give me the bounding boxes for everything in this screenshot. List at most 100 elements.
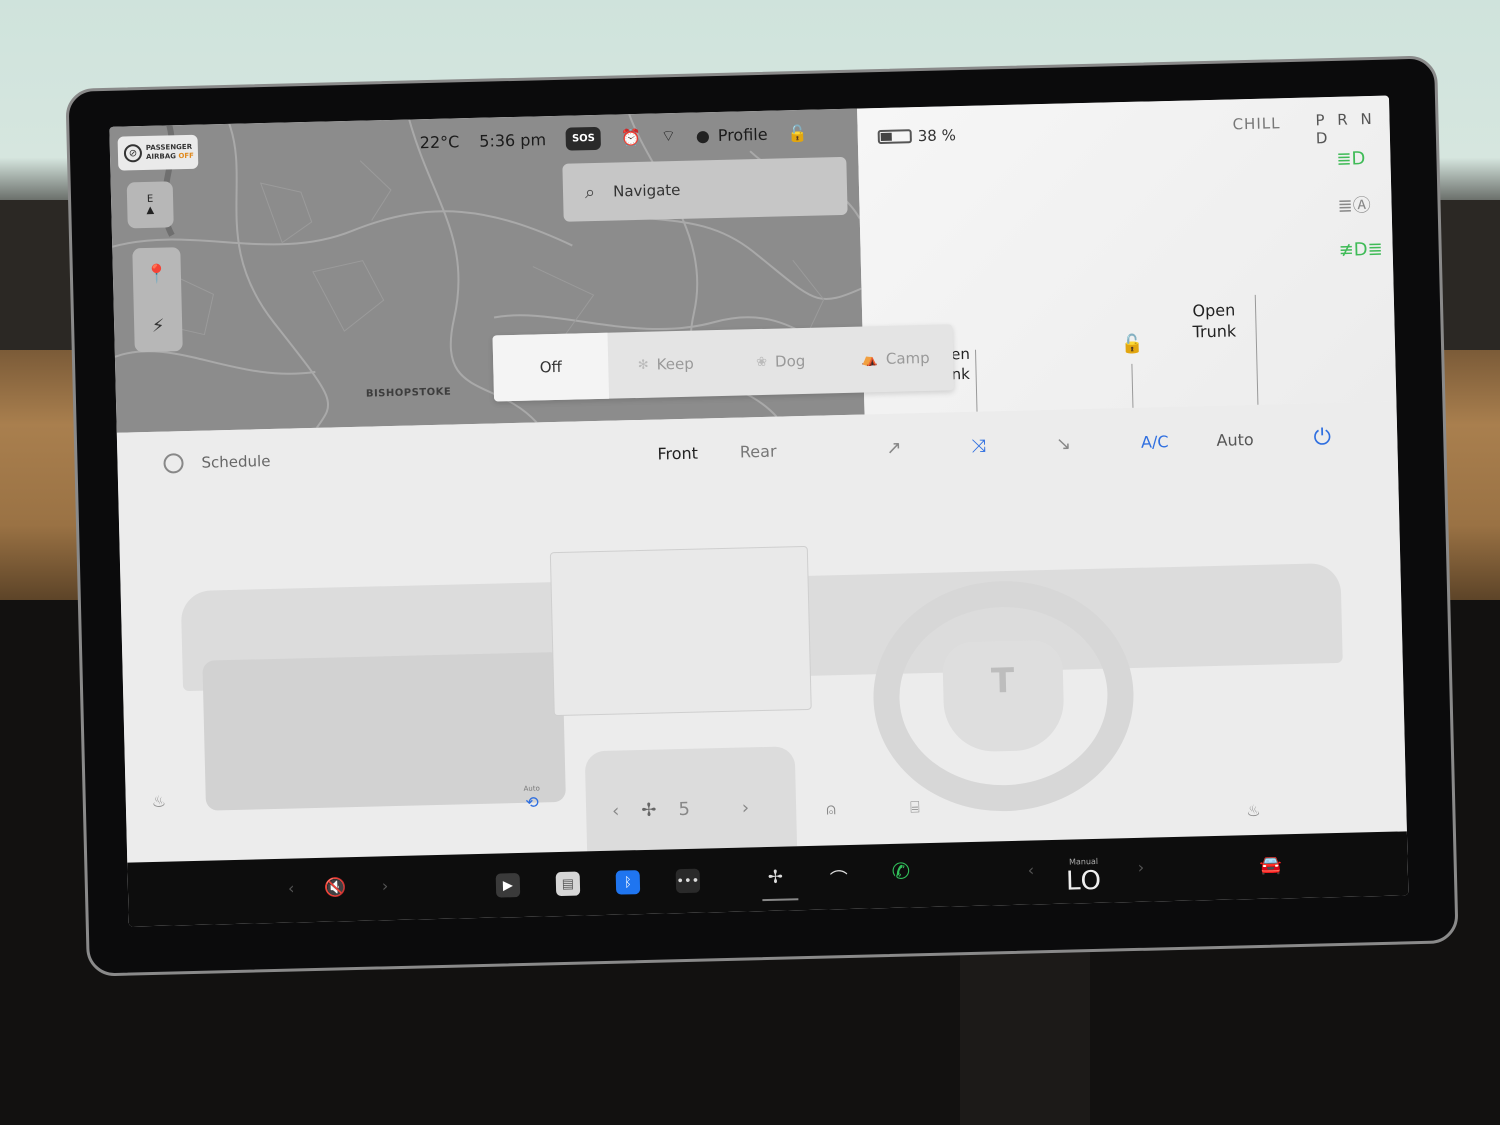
wifi-icon[interactable]: ⌔: [661, 126, 677, 146]
mode-keep-label: Keep: [656, 354, 694, 374]
navigation-arrow-icon: ▲: [146, 204, 155, 216]
frunk-pointer-line: [975, 349, 978, 412]
mode-camp-button[interactable]: ⛺ Camp: [837, 324, 954, 393]
tab-front[interactable]: Front: [657, 444, 698, 464]
unlock-icon[interactable]: 🔓: [787, 123, 807, 142]
outside-temperature: 22°C: [419, 131, 460, 152]
ac-button[interactable]: A/C: [1141, 432, 1169, 452]
clock-icon: [163, 453, 184, 474]
phone-icon[interactable]: ✆: [891, 859, 910, 884]
fan-icon: ✢: [641, 799, 657, 822]
sos-button[interactable]: SOS: [565, 126, 602, 151]
auto-recirculate-button[interactable]: Auto ⟲: [523, 785, 540, 812]
auto-high-beam-icon[interactable]: ≣Ⓐ: [1337, 191, 1382, 218]
fan-decrease-chevron-icon[interactable]: ‹: [612, 801, 620, 822]
mode-camp-label: Camp: [885, 348, 930, 368]
charging-bolt-icon[interactable]: ⚡: [152, 315, 165, 336]
seat-heater-right-icon[interactable]: ♨: [1246, 801, 1261, 820]
tent-icon: ⛺: [861, 351, 879, 368]
map-place-label: BISHOPSTOKE: [365, 386, 452, 400]
alarm-clock-icon[interactable]: ⏰: [621, 127, 641, 146]
more-apps-icon[interactable]: •••: [675, 868, 701, 894]
clock-time: 5:36 pm: [479, 129, 547, 151]
airbag-line1: PASSENGER: [145, 142, 193, 152]
airbag-state: OFF: [178, 151, 195, 161]
airbag-line2: AIRBAG: [145, 152, 177, 161]
power-icon[interactable]: ⏻: [1313, 425, 1331, 450]
light-indicators: ≣D ≣Ⓐ ≢D≣: [1336, 148, 1383, 261]
cabin-illustration: T: [179, 483, 1347, 861]
seat-heater-left-icon[interactable]: ♨: [152, 792, 167, 811]
airflow-face-feet-icon[interactable]: ⤨: [971, 436, 986, 457]
car-icon[interactable]: 🚘: [1259, 854, 1282, 876]
gear-selector: P R N D: [1315, 109, 1376, 148]
airflow-feet-icon[interactable]: ↘: [1056, 433, 1072, 454]
mode-off-label: Off: [539, 357, 563, 377]
touchscreen: BISHOPSTOKE ⊘ PASSENGER AIRBAG OFF E ▲ 📍…: [109, 95, 1409, 927]
person-icon: ●: [695, 125, 711, 145]
map-pin-icon[interactable]: 📍: [145, 263, 168, 285]
battery-icon: [877, 129, 912, 145]
headlights-icon[interactable]: ≣D: [1336, 148, 1381, 170]
rear-defrost-icon[interactable]: ⌸: [910, 797, 920, 817]
mode-dog-button[interactable]: ❀ Dog: [722, 327, 839, 396]
fan-icon: ✻: [637, 357, 649, 373]
open-frunk-button[interactable]: en nk: [951, 344, 971, 384]
open-trunk-button[interactable]: Open Trunk: [1192, 299, 1237, 342]
volume-decrease-chevron-icon[interactable]: ‹: [288, 879, 295, 898]
navigate-placeholder: Navigate: [612, 180, 681, 201]
climate-panel: Schedule Front Rear ↗ ⤨ ↘ A/C Auto ⏻ T ♨…: [116, 401, 1407, 863]
temp-value: LO: [1065, 865, 1103, 897]
drive-mode: CHILL: [1232, 114, 1281, 134]
mode-keep-button[interactable]: ✻ Keep: [607, 330, 724, 399]
frunk-label-1: en: [950, 344, 971, 364]
frunk-label-2: nk: [951, 364, 971, 384]
mute-icon[interactable]: 🔇: [324, 877, 347, 899]
profile-button[interactable]: ● Profile: [696, 124, 768, 145]
climate-controls-row: Front Rear ↗ ⤨ ↘ A/C Auto ⏻: [657, 425, 1331, 466]
compass-button[interactable]: E ▲: [126, 181, 174, 229]
mode-dog-label: Dog: [774, 351, 806, 371]
auto-button[interactable]: Auto: [1216, 430, 1254, 450]
climate-mode-selector: Off ✻ Keep ❀ Dog ⛺ Camp: [492, 324, 954, 402]
car-unlock-icon[interactable]: 🔓: [1121, 334, 1144, 356]
fog-lights-icon[interactable]: ≢D≣: [1338, 239, 1383, 261]
trunk-pointer-line: [1254, 294, 1259, 405]
tab-rear[interactable]: Rear: [740, 442, 777, 462]
profile-label: Profile: [717, 124, 768, 145]
battery-indicator: 38 %: [877, 126, 956, 146]
fan-increase-chevron-icon[interactable]: ›: [742, 797, 750, 818]
tesla-logo-icon: T: [990, 660, 1015, 702]
compass-direction: E: [146, 193, 154, 205]
navigate-search-box[interactable]: ⌕ Navigate: [562, 156, 848, 222]
lock-pointer-line: [1131, 363, 1134, 408]
bluetooth-icon[interactable]: ᛒ: [615, 870, 641, 895]
cabin-glovebox: [202, 651, 566, 811]
map-controls: 📍 ⚡: [132, 247, 183, 353]
airbag-off-icon: ⊘: [123, 144, 143, 163]
climate-fan-icon[interactable]: ✢: [768, 867, 784, 888]
temp-decrease-chevron-icon[interactable]: ‹: [1027, 860, 1034, 879]
airflow-face-icon[interactable]: ↗: [886, 438, 902, 459]
screen-mount: [960, 940, 1090, 1125]
mode-off-button[interactable]: Off: [492, 332, 610, 402]
recirculate-icon: ⟲: [525, 792, 539, 812]
paw-icon: ❀: [755, 354, 768, 370]
fan-speed-value: 5: [678, 798, 691, 821]
temp-increase-chevron-icon[interactable]: ›: [1137, 858, 1144, 877]
cabin-center-screen: [549, 545, 812, 717]
wiper-icon[interactable]: ⌒: [830, 865, 849, 891]
media-player-icon[interactable]: ▶: [495, 873, 521, 898]
schedule-label: Schedule: [201, 451, 271, 472]
fan-speed-control: ‹ ✢ 5 ›: [612, 797, 749, 821]
search-icon: ⌕: [584, 181, 596, 203]
trunk-label-1: Open: [1192, 300, 1236, 321]
trunk-label-2: Trunk: [1192, 321, 1237, 342]
schedule-button[interactable]: Schedule: [163, 451, 271, 474]
front-defrost-icon[interactable]: ⍝: [826, 799, 836, 819]
active-app-indicator: [762, 898, 799, 902]
passenger-airbag-indicator: ⊘ PASSENGER AIRBAG OFF: [117, 134, 199, 171]
cabin-temperature-control[interactable]: Manual LO: [1065, 857, 1103, 897]
notes-app-icon[interactable]: ▤: [555, 871, 581, 897]
volume-increase-chevron-icon[interactable]: ›: [382, 876, 389, 895]
